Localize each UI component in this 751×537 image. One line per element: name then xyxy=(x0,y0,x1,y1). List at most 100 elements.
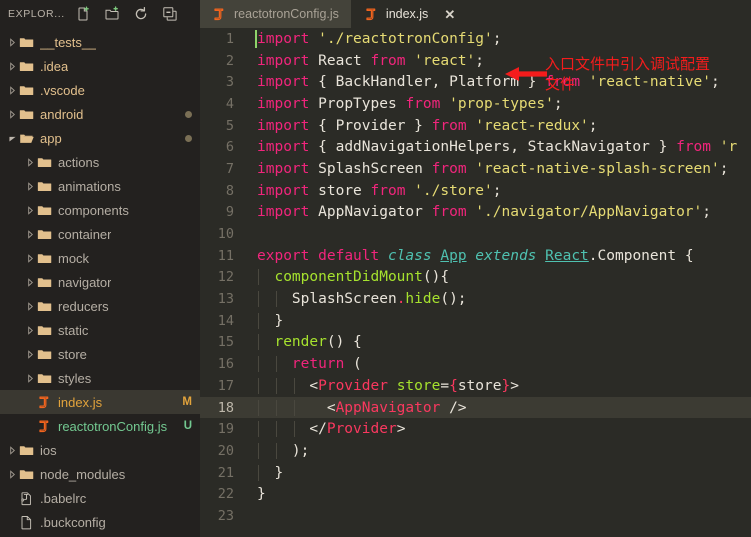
line-number: 2 xyxy=(225,52,234,69)
chevron-right-icon[interactable] xyxy=(6,61,18,71)
code-line[interactable]: 18 <AppNavigator /> xyxy=(200,396,751,419)
explorer-title: EXPLOR... xyxy=(8,8,65,20)
chevron-down-icon[interactable] xyxy=(6,134,18,143)
chevron-right-icon[interactable] xyxy=(24,325,36,335)
indent-guide xyxy=(276,377,277,394)
code-line[interactable]: 12 componentDidMount(){ xyxy=(200,267,751,289)
indent-guide xyxy=(258,334,259,351)
tree-item-store[interactable]: store xyxy=(0,342,200,366)
new-folder-icon[interactable] xyxy=(104,6,120,22)
tree-item-index-js[interactable]: index.js M xyxy=(0,390,200,414)
tree-item-node-modules[interactable]: node_modules xyxy=(0,462,200,486)
folder-icon xyxy=(36,371,53,386)
chevron-right-icon[interactable] xyxy=(6,109,18,119)
chevron-right-icon[interactable] xyxy=(6,85,18,95)
code-token: ; xyxy=(588,117,598,134)
close-icon[interactable]: ✕ xyxy=(444,8,455,21)
chevron-right-icon[interactable] xyxy=(24,277,36,287)
tree-item-static[interactable]: static xyxy=(0,318,200,342)
tree-item-label: mock xyxy=(58,250,90,266)
chevron-right-icon[interactable] xyxy=(24,181,36,191)
code-token: SplashScreen xyxy=(318,160,423,177)
tab-bar[interactable]: reactotronConfig.js index.js ✕ xyxy=(200,0,751,28)
code-line[interactable]: 9 import AppNavigator from './navigator/A… xyxy=(200,202,751,224)
code-line[interactable]: 19 </Provider> xyxy=(200,418,751,440)
code-line[interactable]: 8 import store from './store'; xyxy=(200,180,751,202)
code-line[interactable]: 21 } xyxy=(200,462,751,484)
tab-reactotronconfig-js[interactable]: reactotronConfig.js xyxy=(200,0,352,28)
tree-item-ios[interactable]: ios xyxy=(0,438,200,462)
code-line[interactable]: 20 ); xyxy=(200,440,751,462)
code-line[interactable]: 10 xyxy=(200,223,751,245)
refresh-icon[interactable] xyxy=(133,6,149,22)
chevron-right-icon[interactable] xyxy=(24,229,36,239)
tree-item-tests[interactable]: __tests__ xyxy=(0,30,200,54)
tree-item-navigator[interactable]: navigator xyxy=(0,270,200,294)
code-text: } xyxy=(244,312,751,329)
code-line[interactable]: 1 import './reactotronConfig'; xyxy=(200,28,751,50)
code-line[interactable]: 17 <Provider store={store}> xyxy=(200,375,751,397)
chevron-right-icon[interactable] xyxy=(24,349,36,359)
indent-guide xyxy=(258,312,259,329)
code-line[interactable]: 23 xyxy=(200,505,751,527)
tree-item-reducers[interactable]: reducers xyxy=(0,294,200,318)
tree-item-label: node_modules xyxy=(40,466,126,482)
tree-item-animations[interactable]: animations xyxy=(0,174,200,198)
code-line[interactable]: 11 export default class App extends React… xyxy=(200,245,751,267)
modified-dot-indicator xyxy=(185,110,192,118)
code-token: 'react' xyxy=(414,52,476,69)
file-tree[interactable]: __tests__ .idea .vscode android app actions an… xyxy=(0,28,200,537)
tree-item-components[interactable]: components xyxy=(0,198,200,222)
tree-item-mock[interactable]: mock xyxy=(0,246,200,270)
code-line[interactable]: 15 render() { xyxy=(200,332,751,354)
code-line[interactable]: 6 import { addNavigationHelpers, StackNav… xyxy=(200,136,751,158)
chevron-right-icon[interactable] xyxy=(24,157,36,167)
js-file-icon xyxy=(36,419,53,434)
tree-item-reactotronconfig-js[interactable]: reactotronConfig.js U xyxy=(0,414,200,438)
code-token: SplashScreen xyxy=(291,291,397,308)
tree-item-babelrc[interactable]: .babelrc xyxy=(0,486,200,510)
git-status-badge: U xyxy=(183,420,192,432)
chevron-right-icon[interactable] xyxy=(24,253,36,263)
tree-item-buckconfig[interactable]: .buckconfig xyxy=(0,510,200,534)
code-line[interactable]: 14 } xyxy=(200,310,751,332)
chevron-right-icon[interactable] xyxy=(6,37,18,47)
tree-item-styles[interactable]: styles xyxy=(0,366,200,390)
code-token: from xyxy=(431,117,467,134)
code-token: addNavigationHelpers xyxy=(335,139,511,156)
tab-index-js[interactable]: index.js ✕ xyxy=(351,0,469,28)
tree-item-android[interactable]: android xyxy=(0,102,200,126)
code-token: from xyxy=(431,204,467,221)
chevron-right-icon[interactable] xyxy=(6,445,18,455)
chevron-right-icon[interactable] xyxy=(24,205,36,215)
indent-guide xyxy=(276,421,277,438)
code-line[interactable]: 4 import PropTypes from 'prop-types'; xyxy=(200,93,751,115)
code-line[interactable]: 7 import SplashScreen from 'react-native-… xyxy=(200,158,751,180)
code-line[interactable]: 13 SplashScreen.hide(); xyxy=(200,288,751,310)
code-line[interactable]: 22} xyxy=(200,483,751,505)
tree-item-app[interactable]: app xyxy=(0,126,200,150)
tree-item-idea[interactable]: .idea xyxy=(0,54,200,78)
tree-item-actions[interactable]: actions xyxy=(0,150,200,174)
chevron-right-icon[interactable] xyxy=(24,373,36,383)
code-text: SplashScreen.hide(); xyxy=(244,291,751,308)
new-file-icon[interactable] xyxy=(75,6,91,22)
indent-guide xyxy=(258,377,259,394)
line-number: 6 xyxy=(225,139,234,156)
code-line[interactable]: 2 import React from 'react'; xyxy=(200,50,751,72)
code-line[interactable]: 3 import { BackHandler, Platform } from '… xyxy=(200,71,751,93)
code-token: import xyxy=(257,204,310,221)
collapse-all-icon[interactable] xyxy=(162,6,178,22)
code-token: } xyxy=(257,464,284,481)
tree-item-vscode[interactable]: .vscode xyxy=(0,78,200,102)
code-editor[interactable]: 1 import './reactotronConfig'; 2 import Rea… xyxy=(200,28,751,537)
chevron-right-icon[interactable] xyxy=(6,469,18,479)
code-line[interactable]: 5 import { Provider } from 'react-redux'; xyxy=(200,115,751,137)
chevron-right-icon[interactable] xyxy=(24,301,36,311)
tree-item-container[interactable]: container xyxy=(0,222,200,246)
code-line[interactable]: 16 return ( xyxy=(200,353,751,375)
line-number: 1 xyxy=(225,30,234,47)
